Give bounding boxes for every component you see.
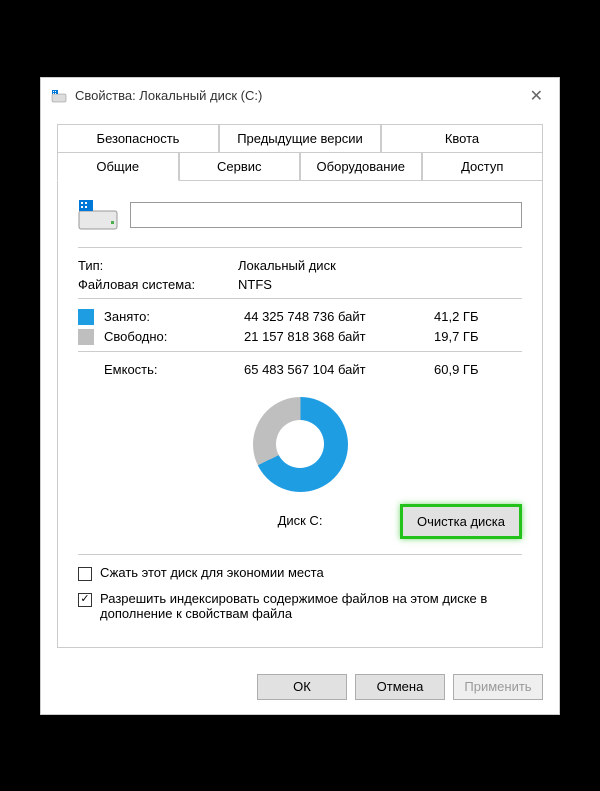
close-button[interactable]: ✕ xyxy=(524,86,549,106)
disk-label-row: Диск C: Очистка диска xyxy=(78,504,522,538)
content-area: Безопасность Предыдущие версии Квота Общ… xyxy=(41,114,559,662)
ok-button[interactable]: ОК xyxy=(257,674,347,700)
capacity-label: Емкость: xyxy=(104,362,244,377)
type-value: Локальный диск xyxy=(238,258,336,273)
disk-cleanup-button[interactable]: Очистка диска xyxy=(400,504,522,539)
used-gb: 41,2 ГБ xyxy=(434,309,504,324)
tab-tools[interactable]: Сервис xyxy=(179,152,301,181)
tab-general[interactable]: Общие xyxy=(57,152,179,181)
dialog-buttons: ОК Отмена Применить xyxy=(41,662,559,714)
compress-checkbox[interactable] xyxy=(78,567,92,581)
tabs-row-1: Безопасность Предыдущие версии Квота xyxy=(57,124,543,152)
window-title: Свойства: Локальный диск (C:) xyxy=(75,88,524,103)
tab-security[interactable]: Безопасность xyxy=(57,124,219,153)
used-label: Занято: xyxy=(104,309,244,324)
used-row: Занято: 44 325 748 736 байт 41,2 ГБ xyxy=(78,309,522,325)
drive-large-icon xyxy=(78,199,118,231)
used-swatch-icon xyxy=(78,309,94,325)
tab-body-general: Тип: Локальный диск Файловая система: NT… xyxy=(57,180,543,648)
free-label: Свободно: xyxy=(104,329,244,344)
cancel-button[interactable]: Отмена xyxy=(355,674,445,700)
drive-name-row xyxy=(78,199,522,231)
divider xyxy=(78,298,522,299)
free-swatch-icon xyxy=(78,329,94,345)
capacity-gb: 60,9 ГБ xyxy=(434,362,504,377)
filesystem-label: Файловая система: xyxy=(78,277,238,292)
capacity-row: Емкость: 65 483 567 104 байт 60,9 ГБ xyxy=(78,362,522,377)
filesystem-row: Файловая система: NTFS xyxy=(78,277,522,292)
tab-sharing[interactable]: Доступ xyxy=(422,152,544,181)
index-checkbox[interactable]: ✓ xyxy=(78,593,92,607)
type-label: Тип: xyxy=(78,258,238,273)
titlebar: Свойства: Локальный диск (C:) ✕ xyxy=(41,78,559,114)
index-checkbox-row: ✓ Разрешить индексировать содержимое фай… xyxy=(78,591,522,621)
disk-label: Диск C: xyxy=(278,513,323,528)
drive-icon xyxy=(51,88,67,104)
index-checkbox-label: Разрешить индексировать содержимое файло… xyxy=(100,591,522,621)
free-row: Свободно: 21 157 818 368 байт 19,7 ГБ xyxy=(78,329,522,345)
filesystem-value: NTFS xyxy=(238,277,272,292)
tabs-row-2: Общие Сервис Оборудование Доступ xyxy=(57,152,543,180)
used-bytes: 44 325 748 736 байт xyxy=(244,309,434,324)
tab-hardware[interactable]: Оборудование xyxy=(300,152,422,181)
divider xyxy=(78,247,522,248)
capacity-bytes: 65 483 567 104 байт xyxy=(244,362,434,377)
free-bytes: 21 157 818 368 байт xyxy=(244,329,434,344)
compress-checkbox-row: Сжать этот диск для экономии места xyxy=(78,565,522,581)
pie-chart-wrap xyxy=(78,397,522,492)
compress-checkbox-label: Сжать этот диск для экономии места xyxy=(100,565,522,580)
apply-button[interactable]: Применить xyxy=(453,674,543,700)
tab-previous-versions[interactable]: Предыдущие версии xyxy=(219,124,381,153)
properties-dialog: Свойства: Локальный диск (C:) ✕ Безопасн… xyxy=(40,77,560,715)
divider xyxy=(78,554,522,555)
type-row: Тип: Локальный диск xyxy=(78,258,522,273)
free-gb: 19,7 ГБ xyxy=(434,329,504,344)
drive-name-input[interactable] xyxy=(130,202,522,228)
usage-pie-chart xyxy=(253,397,348,492)
tab-quota[interactable]: Квота xyxy=(381,124,543,153)
divider xyxy=(78,351,522,352)
